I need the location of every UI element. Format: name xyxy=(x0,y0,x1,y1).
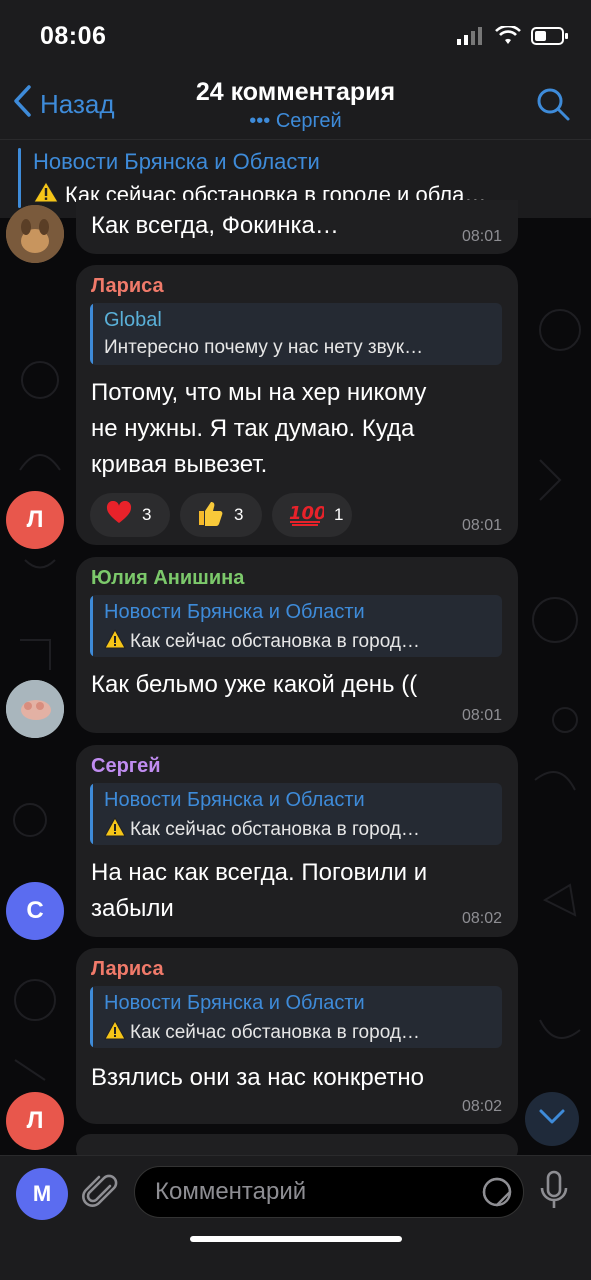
reply-quote[interactable]: Новости Брянска и Области Как сейчас обс… xyxy=(90,783,502,845)
message-line: Потому, что мы на хер никому xyxy=(91,379,427,406)
avatar-letter: М xyxy=(32,1181,52,1206)
status-icons xyxy=(457,24,569,51)
reaction-count: 1 xyxy=(334,505,344,524)
reply-quote[interactable]: Новости Брянска и Области Как сейчас обс… xyxy=(90,595,502,657)
battery-icon xyxy=(531,26,569,51)
microphone-icon xyxy=(538,1170,570,1216)
avatar-dog[interactable] xyxy=(6,205,64,263)
reply-accent-bar xyxy=(90,303,93,365)
reply-text-value: Как сейчас обстановка в город… xyxy=(130,819,420,840)
sticker-button[interactable] xyxy=(481,1176,513,1213)
reply-text-value: Интересно почему у нас нету звук… xyxy=(104,337,424,358)
microphone-button[interactable] xyxy=(538,1170,570,1217)
reply-author: Global xyxy=(104,309,162,331)
attach-button[interactable] xyxy=(82,1172,120,1217)
search-icon xyxy=(535,88,571,126)
chevron-down-icon xyxy=(538,1108,566,1131)
comment-input-bar: М xyxy=(0,1155,591,1280)
svg-text:100: 100 xyxy=(289,503,324,524)
comment-input[interactable] xyxy=(155,1175,475,1209)
reply-author: Новости Брянска и Области xyxy=(104,789,365,811)
hundred-icon: 100 xyxy=(288,500,327,531)
reaction-hundred[interactable]: 100 1 xyxy=(272,493,352,537)
home-indicator xyxy=(190,1236,402,1242)
warning-icon xyxy=(104,816,126,843)
pinned-channel-name: Новости Брянска и Области xyxy=(33,149,320,174)
message-line: кривая вывезет. xyxy=(91,451,268,478)
message-bubble[interactable]: Лариса Новости Брянска и Области Как сей… xyxy=(76,948,518,1124)
message-line: На нас как всегда. Поговили и xyxy=(91,859,428,886)
send-as-avatar[interactable]: М xyxy=(16,1168,68,1220)
reply-text: Интересно почему у нас нету звук… xyxy=(104,337,423,359)
message-text: Взялись они за нас конкретно xyxy=(91,1064,424,1091)
message-time: 08:01 xyxy=(461,517,502,534)
thumbs-up-icon xyxy=(196,499,224,532)
warning-icon xyxy=(104,1019,126,1046)
dog-photo-icon xyxy=(6,205,64,263)
sticker-icon xyxy=(482,1177,512,1207)
avatar-larisa[interactable]: Л xyxy=(6,491,64,549)
reply-text-value: Как сейчас обстановка в город… xyxy=(130,1022,420,1043)
message-line: не нужны. Я так думаю. Куда xyxy=(91,415,415,442)
avatar-sergey[interactable]: С xyxy=(6,882,64,940)
message-line: забыли xyxy=(91,895,174,922)
reaction-count: 3 xyxy=(234,505,244,524)
message-bubble[interactable]: Сергей Новости Брянска и Области Как сей… xyxy=(76,745,518,937)
reply-text-value: Как сейчас обстановка в город… xyxy=(130,631,420,652)
reply-accent-bar xyxy=(90,595,93,657)
reaction-thumbs-up[interactable]: 3 xyxy=(180,493,262,537)
reply-text: Как сейчас обстановка в город… xyxy=(104,1019,420,1046)
avatar-larisa[interactable]: Л xyxy=(6,1092,64,1150)
reply-author: Новости Брянска и Области xyxy=(104,992,365,1014)
status-bar: 08:06 xyxy=(0,0,591,70)
message-author[interactable]: Лариса xyxy=(91,275,164,298)
message-text: Потому, что мы на хер никому не нужны. Я… xyxy=(91,375,426,483)
signal-icon xyxy=(457,27,485,50)
message-text: На нас как всегда. Поговили и забыли xyxy=(91,855,427,927)
reply-author: Новости Брянска и Области xyxy=(104,601,365,623)
reply-quote[interactable]: Global Интересно почему у нас нету звук… xyxy=(90,303,502,365)
paperclip-icon xyxy=(82,1174,120,1216)
page-title: 24 комментария xyxy=(195,78,396,106)
avatar-letter: Л xyxy=(26,506,44,533)
avatar-yulia[interactable] xyxy=(6,680,64,738)
nav-header: Назад 24 комментария ••• Сергей xyxy=(0,70,591,140)
heart-icon xyxy=(106,500,132,530)
reaction-count: 3 xyxy=(142,505,152,524)
pinned-accent-bar xyxy=(18,148,21,208)
reply-text: Как сейчас обстановка в город… xyxy=(104,816,420,843)
message-bubble[interactable]: Лариса Global Интересно почему у нас нет… xyxy=(76,265,518,545)
message-time: 08:02 xyxy=(461,1098,502,1115)
subtitle-text: Сергей xyxy=(275,110,342,132)
message-text: Как всегда, Фокинка… xyxy=(91,212,339,239)
message-bubble[interactable]: Юлия Анишина Новости Брянска и Области К… xyxy=(76,557,518,733)
reply-quote[interactable]: Новости Брянска и Области Как сейчас обс… xyxy=(90,986,502,1048)
typing-dots-icon: ••• xyxy=(249,110,271,132)
message-time: 08:01 xyxy=(461,228,502,245)
reaction-heart[interactable]: 3 xyxy=(90,493,170,537)
status-time: 08:06 xyxy=(40,22,107,50)
nav-title-block: 24 комментария ••• Сергей xyxy=(0,78,591,133)
message-bubble[interactable]: Как всегда, Фокинка… 08:01 xyxy=(76,200,518,254)
message-time: 08:02 xyxy=(461,910,502,927)
search-button[interactable] xyxy=(535,86,571,127)
reply-text: Как сейчас обстановка в город… xyxy=(104,628,420,655)
scroll-down-button[interactable] xyxy=(525,1092,579,1146)
reply-accent-bar xyxy=(90,783,93,845)
wifi-icon xyxy=(495,24,521,51)
message-text: Как бельмо уже какой день (( xyxy=(91,671,418,698)
warning-icon xyxy=(104,628,126,655)
avatar-letter: С xyxy=(26,897,44,924)
comment-field[interactable] xyxy=(134,1166,524,1218)
message-author[interactable]: Лариса xyxy=(91,958,164,981)
page-subtitle: ••• Сергей xyxy=(0,110,591,133)
message-author[interactable]: Юлия Анишина xyxy=(91,567,244,590)
photo-avatar-icon xyxy=(6,680,64,738)
message-author[interactable]: Сергей xyxy=(91,755,161,778)
reply-accent-bar xyxy=(90,986,93,1048)
avatar-letter: Л xyxy=(26,1107,44,1134)
message-time: 08:01 xyxy=(461,707,502,724)
